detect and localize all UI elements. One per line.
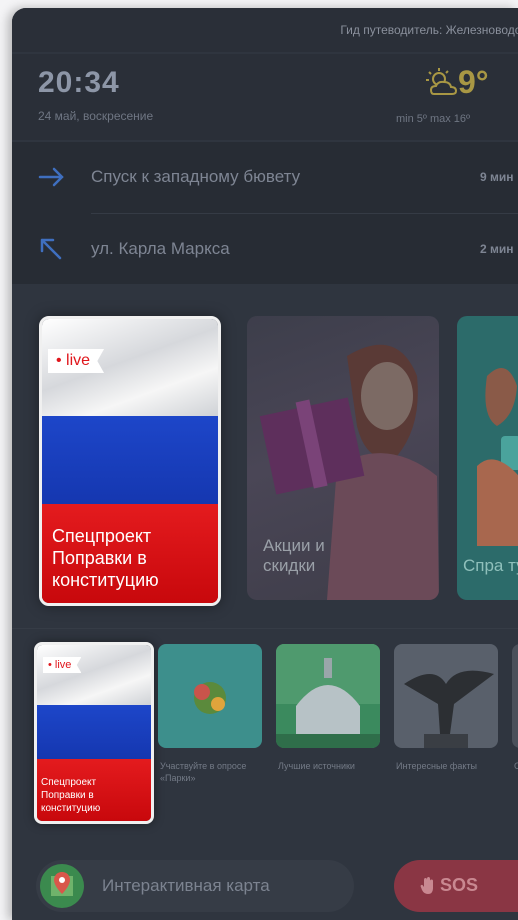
story-card-sales[interactable]: Акции и скидки	[247, 316, 439, 600]
thumb-constitution[interactable]: • live Спецпроект Поправки в конституцию	[34, 642, 154, 824]
live-badge: • live	[43, 657, 82, 673]
clock-date: 24 май, воскресение	[38, 109, 154, 123]
bottom-bar: Интерактивная карта SOS	[12, 850, 518, 920]
arrow-up-left-icon	[38, 236, 64, 267]
survey-image	[158, 644, 262, 748]
route-step-time: 9 мин	[480, 170, 514, 184]
map-button-label: Интерактивная карта	[102, 876, 270, 895]
route-step-label: ул. Карла Маркса	[91, 239, 230, 258]
partly-cloudy-icon	[426, 68, 460, 103]
thumb-caption: Участвуйте в опросе «Парки»	[160, 761, 247, 783]
interactive-map-button[interactable]: Интерактивная карта	[36, 860, 354, 912]
route-step[interactable]: Спуск к западному бювету 9 мин	[12, 142, 518, 212]
clock-time: 20:34	[38, 66, 120, 99]
live-badge: • live	[48, 349, 105, 373]
hand-icon	[420, 877, 436, 900]
story-title: Акции и скидки	[263, 536, 325, 575]
guide-title: Гид путеводитель: Железноводск	[340, 23, 518, 37]
thumb-caption: Интересные факты	[396, 761, 477, 771]
story-card-constitution[interactable]: • live Спецпроект Поправки в конституцию	[39, 316, 221, 606]
sos-label: SOS	[440, 875, 479, 895]
route-step-time: 2 мин	[480, 242, 514, 256]
arrow-right-icon	[38, 164, 66, 195]
thumb-caption: С	[514, 761, 518, 771]
partial-image	[512, 644, 518, 748]
flag-blue-stripe	[42, 415, 218, 504]
facts-image	[394, 644, 498, 748]
map-pin-icon	[40, 864, 84, 908]
temperature: 9°	[458, 64, 489, 100]
route-step-label: Спуск к западному бювету	[91, 167, 301, 186]
clock-weather-panel: 20:34 24 май, воскресение 9° min 5º max …	[12, 54, 518, 140]
stories-carousel: • live Спецпроект Поправки в конституцию…	[12, 298, 518, 618]
thumbnail-row: • live Спецпроект Поправки в конституцию…	[12, 636, 518, 836]
thumb-title: Спецпроект Поправки в конституцию	[41, 777, 101, 814]
guide-header: Гид путеводитель: Железноводск	[12, 8, 518, 52]
story-card-help[interactable]: Спра тури	[457, 316, 518, 600]
springs-image	[276, 644, 380, 748]
flag-white-stripe	[37, 645, 151, 705]
thumb-caption: Лучшие источники	[278, 761, 355, 771]
story-title: Спра тури	[463, 556, 518, 575]
section-divider	[12, 628, 518, 629]
flag-blue-stripe	[37, 704, 151, 760]
route-step[interactable]: ул. Карла Маркса 2 мин	[12, 214, 518, 284]
temperature-range: min 5º max 16º	[396, 113, 471, 125]
app-screen: Гид путеводитель: Железноводск 20:34 24 …	[12, 8, 518, 920]
story-title: Спецпроект Поправки в конституцию	[52, 526, 159, 590]
sos-button[interactable]: SOS	[394, 860, 518, 912]
route-panel: Спуск к западному бювету 9 мин ул. Карла…	[12, 142, 518, 284]
